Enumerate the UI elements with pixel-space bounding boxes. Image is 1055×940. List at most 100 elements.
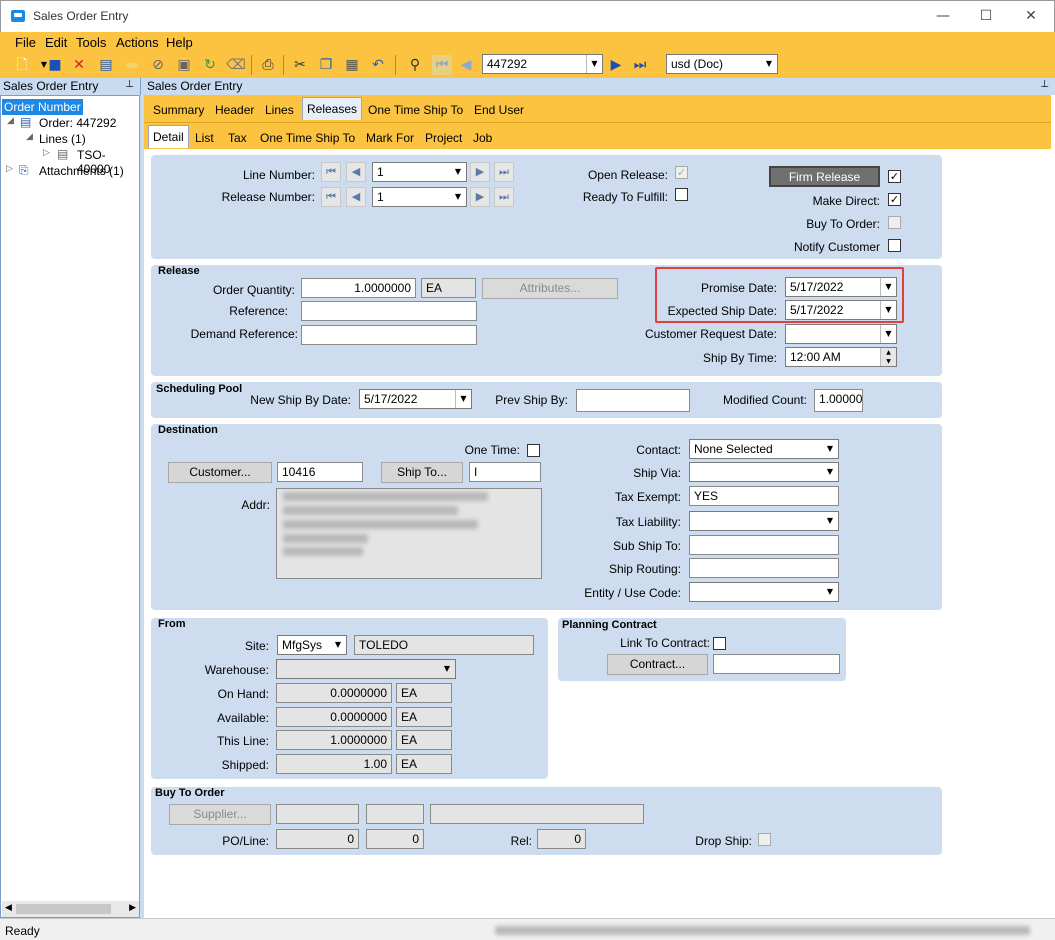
chevron-down-icon[interactable]: ▼ <box>822 512 838 530</box>
spinner-icon[interactable]: ▲ ▼ <box>880 348 896 366</box>
tab-lines[interactable]: Lines <box>261 100 298 120</box>
tab-summary[interactable]: Summary <box>149 100 208 120</box>
search-binoculars-icon[interactable]: ⚲ <box>405 55 425 75</box>
ready-to-fulfill-checkbox[interactable] <box>675 188 688 201</box>
warehouse-combo[interactable]: ▼ <box>276 659 456 679</box>
folder-icon[interactable]: ▬ <box>122 55 142 75</box>
tab-job[interactable]: Job <box>469 128 496 148</box>
maximize-button[interactable]: ☐ <box>964 5 1008 27</box>
tree-item-attachments[interactable]: Attachments (1) <box>39 164 124 178</box>
link-to-contract-checkbox[interactable] <box>713 637 726 650</box>
menu-tools[interactable]: Tools <box>76 35 106 50</box>
chevron-down-icon[interactable]: ▼ <box>761 55 777 73</box>
delete-icon[interactable]: ✕ <box>69 55 89 75</box>
chevron-down-icon[interactable]: ▼ <box>330 636 346 654</box>
scroll-left-icon[interactable]: ◀ <box>5 902 12 913</box>
open-release-checkbox[interactable]: ✓ <box>675 166 688 179</box>
close-button[interactable]: ✕ <box>1009 5 1053 27</box>
tree-item-order[interactable]: Order: 447292 <box>39 116 116 130</box>
first-line-icon[interactable]: ⏮ <box>321 162 341 182</box>
drop-ship-checkbox[interactable] <box>758 833 771 846</box>
one-time-checkbox[interactable] <box>527 444 540 457</box>
new-icon[interactable]: 🗋 <box>12 55 32 75</box>
menu-edit[interactable]: Edit <box>45 35 67 50</box>
tax-liability-combo[interactable]: ▼ <box>689 511 839 531</box>
new-ship-by-date-picker[interactable]: 5/17/2022 ▼ <box>359 389 472 409</box>
make-direct-checkbox[interactable]: ✓ <box>888 193 901 206</box>
contract-field[interactable] <box>713 654 840 674</box>
order-number-combo[interactable]: 447292 ▼ <box>482 54 603 74</box>
cut-icon[interactable]: ✂ <box>290 55 310 75</box>
sub-ship-to-field[interactable] <box>689 535 839 555</box>
ship-via-combo[interactable]: ▼ <box>689 462 839 482</box>
prev-line-icon[interactable]: ◀ <box>346 162 366 182</box>
paste-icon[interactable]: ▦ <box>342 55 362 75</box>
tab-one-time-ship-to[interactable]: One Time Ship To <box>364 100 467 120</box>
customer-request-date-picker[interactable]: ▼ <box>785 324 897 344</box>
chevron-down-icon[interactable]: ▼ <box>822 463 838 481</box>
supplier-button[interactable]: Supplier... <box>169 804 271 825</box>
pin-icon[interactable]: ⊥ <box>125 79 134 90</box>
last-line-icon[interactable]: ⏭ <box>494 162 514 182</box>
ship-by-time-spinner[interactable]: 12:00 AM ▲ ▼ <box>785 347 897 367</box>
collapse-icon[interactable]: ▷ <box>6 164 13 174</box>
prev-release-icon[interactable]: ◀ <box>346 187 366 207</box>
demand-reference-field[interactable] <box>301 325 477 345</box>
contract-button[interactable]: Contract... <box>607 654 708 675</box>
next-line-icon[interactable]: ▶ <box>470 162 490 182</box>
tab-detail[interactable]: Detail <box>148 125 189 148</box>
chevron-down-icon[interactable]: ▼ <box>586 55 602 73</box>
scroll-right-icon[interactable]: ▶ <box>129 902 136 913</box>
chevron-down-icon[interactable]: ▼ <box>450 188 466 206</box>
minimize-button[interactable]: — <box>921 5 965 27</box>
attach-icon[interactable]: ⊘ <box>148 55 168 75</box>
prev-record-icon[interactable]: ◀ <box>456 55 476 75</box>
horizontal-scrollbar[interactable]: ◀ ▶ <box>2 901 139 917</box>
tab-one-time-ship-to-sub[interactable]: One Time Ship To <box>256 128 359 148</box>
save-icon[interactable]: ■ <box>45 55 65 75</box>
customer-field[interactable]: 10416 <box>277 462 363 482</box>
contact-combo[interactable]: None Selected ▼ <box>689 439 839 459</box>
last-release-icon[interactable]: ⏭ <box>494 187 514 207</box>
clear-icon[interactable]: ⌫ <box>226 55 246 75</box>
menu-help[interactable]: Help <box>166 35 193 50</box>
line-number-combo[interactable]: 1 ▼ <box>372 162 467 182</box>
currency-combo[interactable]: usd (Doc) ▼ <box>666 54 778 74</box>
chevron-down-icon[interactable]: ▼ <box>822 440 838 458</box>
chevron-down-icon[interactable]: ▼ <box>439 660 455 678</box>
last-record-icon[interactable]: ⏭ <box>630 55 650 75</box>
chevron-down-icon[interactable]: ▼ <box>450 163 466 181</box>
ship-to-field[interactable]: I <box>469 462 541 482</box>
expand-icon[interactable]: ◢ <box>26 132 33 142</box>
next-release-icon[interactable]: ▶ <box>470 187 490 207</box>
chevron-down-icon[interactable]: ▼ <box>455 390 471 408</box>
pin-icon[interactable]: ⊥ <box>1040 79 1049 90</box>
modified-count-field[interactable]: 1.000000 <box>814 389 863 412</box>
tab-mark-for[interactable]: Mark For <box>362 128 418 148</box>
refresh-icon[interactable]: ↻ <box>200 55 220 75</box>
prev-ship-by-field[interactable] <box>576 389 690 412</box>
notify-customer-checkbox[interactable] <box>888 239 901 252</box>
expand-icon[interactable]: ◢ <box>7 116 14 126</box>
buy-to-order-checkbox[interactable] <box>888 216 901 229</box>
chevron-down-icon[interactable]: ▼ <box>880 325 896 343</box>
tab-releases[interactable]: Releases <box>302 97 363 120</box>
firm-release-checkbox[interactable]: ✓ <box>888 170 901 183</box>
tab-project[interactable]: Project <box>421 128 466 148</box>
undo-icon[interactable]: ↶ <box>368 55 388 75</box>
ship-routing-field[interactable] <box>689 558 839 578</box>
copy-icon[interactable]: ❐ <box>316 55 336 75</box>
print-icon[interactable]: ⎙ <box>258 55 278 75</box>
chevron-down-icon[interactable]: ▼ <box>822 583 838 601</box>
tax-exempt-field[interactable]: YES <box>689 486 839 506</box>
scroll-thumb[interactable] <box>16 904 111 914</box>
tab-list[interactable]: List <box>191 128 218 148</box>
firm-release-button[interactable]: Firm Release <box>769 166 880 187</box>
release-number-combo[interactable]: 1 ▼ <box>372 187 467 207</box>
menu-actions[interactable]: Actions <box>116 35 159 50</box>
order-quantity-field[interactable]: 1.0000000 <box>301 278 416 298</box>
tree-item-lines[interactable]: Lines (1) <box>39 132 86 146</box>
collapse-icon[interactable]: ▷ <box>43 148 50 158</box>
reference-field[interactable] <box>301 301 477 321</box>
menu-file[interactable]: File <box>15 35 36 50</box>
